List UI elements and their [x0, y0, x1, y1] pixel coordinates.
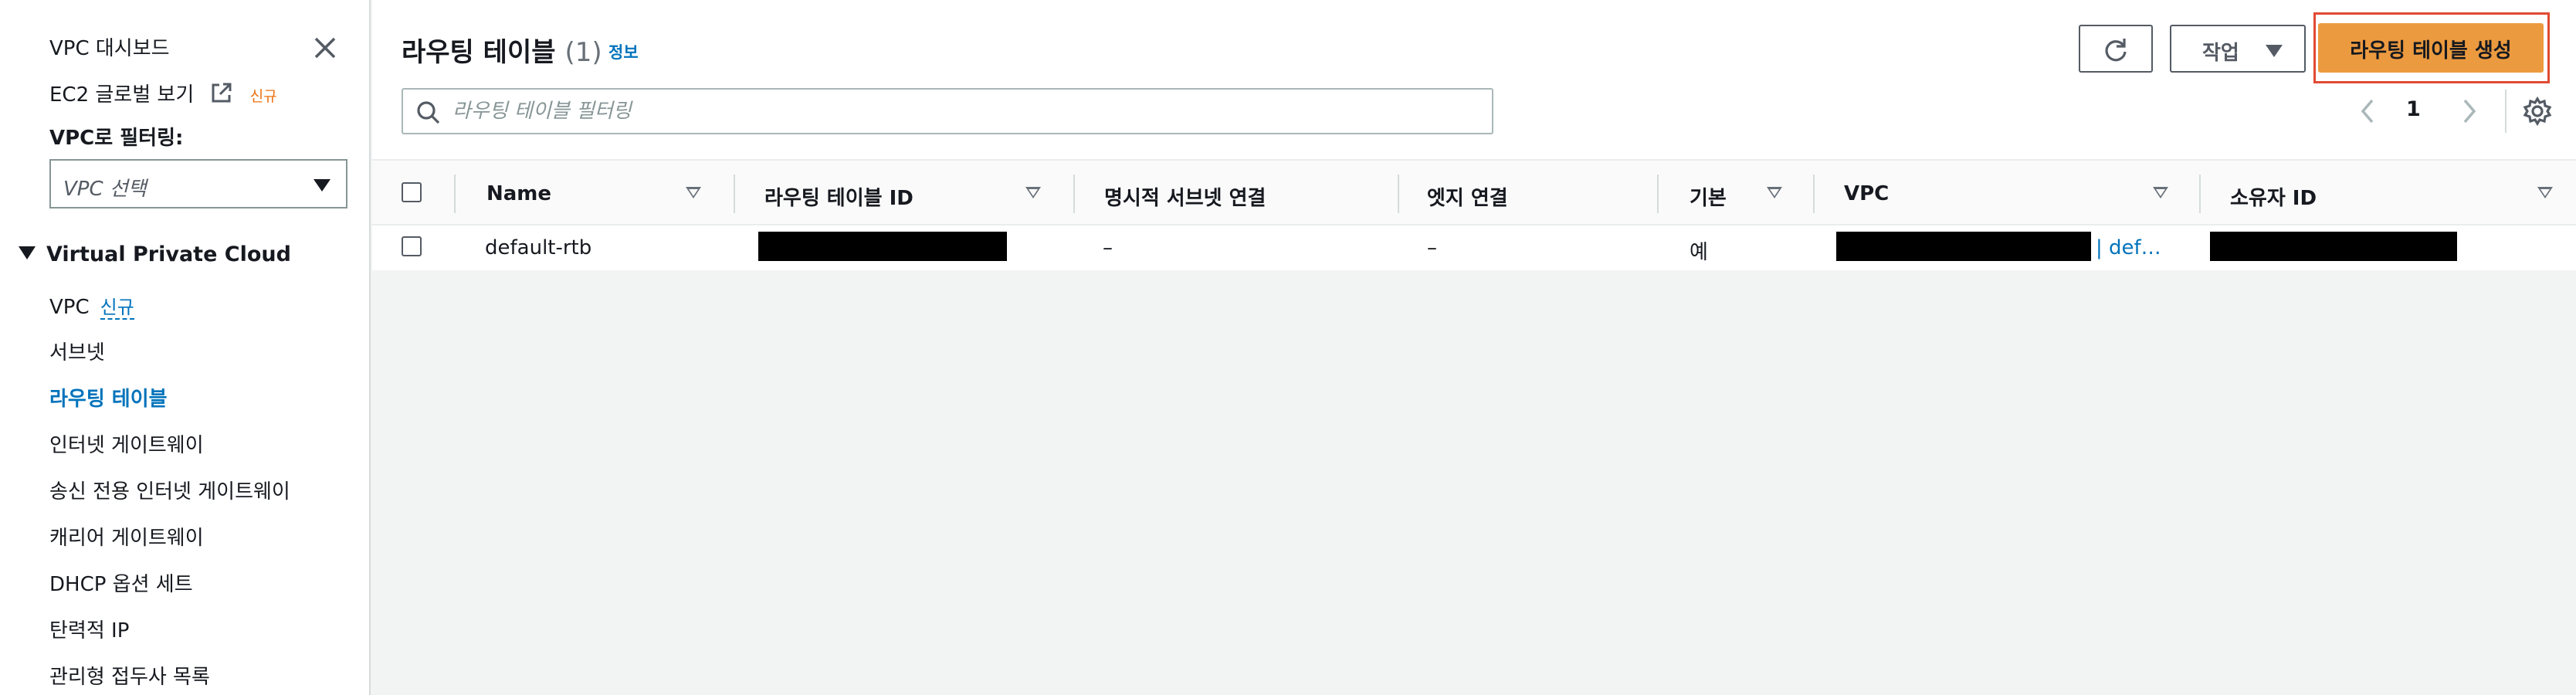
column-header-edge-association[interactable]: 엣지 연결 — [1427, 182, 1508, 211]
sidebar-item-managed-prefix-lists[interactable]: 관리형 접두사 목록 — [49, 661, 210, 690]
sidebar-item-label: 탄력적 IP — [49, 619, 130, 642]
sidebar-item-label: 서브넷 — [49, 341, 105, 364]
sidebar-item-ec2-global-view[interactable]: EC2 글로벌 보기 신규 — [49, 79, 277, 107]
sidebar-item-label: 라우팅 테이블 — [49, 388, 168, 411]
navigation-sidebar: VPC 대시보드 EC2 글로벌 보기 신규 VPC로 필터링: VPC 선택 … — [0, 0, 371, 695]
sort-icon[interactable] — [1025, 187, 1041, 198]
sidebar-item-vpc[interactable]: VPC 신규 — [49, 292, 134, 320]
column-header-route-table-id[interactable]: 라우팅 테이블 ID — [764, 182, 913, 211]
caret-down-icon — [2266, 45, 2283, 57]
column-divider — [1073, 175, 1075, 213]
search-icon — [417, 101, 440, 124]
refresh-button[interactable] — [2079, 25, 2153, 73]
new-badge: 신규 — [249, 88, 277, 105]
route-tables-panel: 라우팅 테이블 (1) 정보 작업 라우팅 테이블 생성 1 — [372, 0, 2576, 270]
close-icon[interactable] — [310, 32, 341, 63]
table-row[interactable]: default-rtb – – 예 | def… — [372, 225, 2576, 270]
external-link-icon — [212, 83, 232, 103]
column-divider — [1657, 175, 1659, 213]
sidebar-item-label: VPC — [49, 296, 90, 319]
vpc-link[interactable]: | def… — [2096, 236, 2161, 259]
chevron-left-icon[interactable] — [2355, 96, 2380, 127]
page-title-text: 라우팅 테이블 — [402, 37, 556, 68]
column-divider — [454, 175, 456, 213]
cell-main: 예 — [1690, 241, 1708, 264]
filter-search-box — [402, 88, 1493, 134]
sidebar-item-label: 송신 전용 인터넷 게이트웨이 — [49, 480, 290, 503]
column-header-vpc[interactable]: VPC — [1844, 182, 1889, 205]
column-header-owner-id[interactable]: 소유자 ID — [2230, 182, 2317, 211]
column-divider — [734, 175, 735, 213]
cell-explicit-subnet: – — [1103, 236, 1113, 259]
column-header-main[interactable]: 기본 — [1690, 182, 1727, 211]
select-all-checkbox[interactable] — [402, 182, 422, 202]
sidebar-item-elastic-ips[interactable]: 탄력적 IP — [49, 615, 129, 643]
create-route-table-button[interactable]: 라우팅 테이블 생성 — [2318, 23, 2544, 73]
sort-icon[interactable] — [686, 187, 701, 198]
column-divider — [1813, 175, 1815, 213]
page-title: 라우팅 테이블 (1) — [402, 31, 602, 69]
section-virtual-private-cloud[interactable]: Virtual Private Cloud — [19, 242, 291, 266]
refresh-icon — [2105, 39, 2127, 62]
collapse-triangle-icon — [19, 246, 36, 259]
cell-name: default-rtb — [485, 236, 592, 259]
column-header-name[interactable]: Name — [486, 182, 551, 205]
filter-input[interactable] — [452, 94, 1472, 128]
redacted-owner-id — [2210, 232, 2457, 261]
cell-edge-association: – — [1427, 236, 1437, 259]
sidebar-item-label: 인터넷 게이트웨이 — [49, 434, 204, 457]
table-header: Name 라우팅 테이블 ID 명시적 서브넷 연결 엣지 연결 기본 VPC … — [372, 159, 2576, 225]
sidebar-item-subnets[interactable]: 서브넷 — [49, 337, 105, 365]
sidebar-item-vpc-dashboard[interactable]: VPC 대시보드 — [49, 32, 170, 61]
sidebar-item-egress-only-igw[interactable]: 송신 전용 인터넷 게이트웨이 — [49, 476, 290, 504]
gear-icon[interactable] — [2522, 96, 2553, 127]
vpc-select-dropdown[interactable]: VPC 선택 — [49, 159, 347, 208]
item-count: (1) — [564, 37, 602, 68]
sidebar-item-label: DHCP 옵션 세트 — [49, 573, 193, 596]
chevron-right-icon[interactable] — [2457, 96, 2482, 127]
caret-down-icon — [314, 179, 330, 192]
sidebar-item-label: 관리형 접두사 목록 — [49, 666, 210, 689]
current-page-number[interactable]: 1 — [2406, 97, 2421, 121]
sort-icon[interactable] — [2153, 187, 2168, 198]
pager-divider — [2505, 90, 2507, 133]
sidebar-item-dhcp-options[interactable]: DHCP 옵션 세트 — [49, 568, 193, 597]
sidebar-item-carrier-gateways[interactable]: 캐리어 게이트웨이 — [49, 522, 204, 551]
sort-icon[interactable] — [1767, 187, 1782, 198]
redacted-vpc-id — [1836, 232, 2091, 261]
sidebar-item-label: EC2 글로벌 보기 — [49, 83, 195, 107]
row-checkbox[interactable] — [402, 236, 422, 256]
create-button-label: 라우팅 테이블 생성 — [2350, 39, 2512, 63]
column-header-explicit-subnet[interactable]: 명시적 서브넷 연결 — [1104, 182, 1266, 211]
column-divider — [1398, 175, 1399, 213]
section-title: Virtual Private Cloud — [46, 242, 291, 266]
vpc-filter-label: VPC로 필터링: — [49, 127, 184, 150]
actions-label: 작업 — [2202, 42, 2239, 65]
column-divider — [2199, 175, 2201, 213]
sidebar-item-route-tables[interactable]: 라우팅 테이블 — [49, 383, 168, 412]
sidebar-item-label: VPC 대시보드 — [49, 37, 170, 60]
actions-dropdown-button[interactable]: 작업 — [2170, 25, 2306, 73]
redacted-route-table-id — [758, 232, 1007, 261]
sidebar-item-internet-gateways[interactable]: 인터넷 게이트웨이 — [49, 429, 204, 458]
new-badge[interactable]: 신규 — [100, 297, 134, 320]
vpc-select-placeholder: VPC 선택 — [63, 178, 147, 201]
sidebar-item-label: 캐리어 게이트웨이 — [49, 527, 204, 550]
sort-icon[interactable] — [2537, 187, 2553, 198]
info-link[interactable]: 정보 — [608, 40, 639, 63]
